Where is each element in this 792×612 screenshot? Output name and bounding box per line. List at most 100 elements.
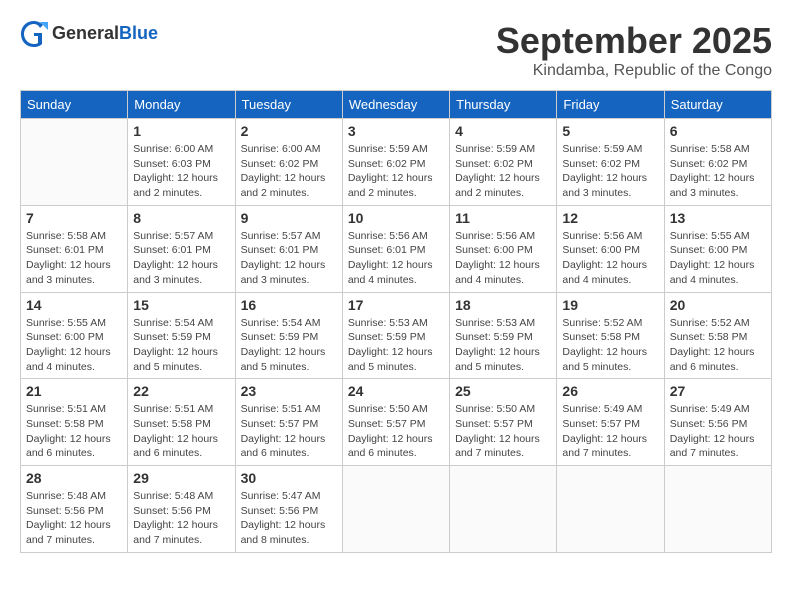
weekday-header: Saturday [664, 91, 771, 119]
calendar-day-cell: 30 Sunrise: 5:47 AM Sunset: 5:56 PM Dayli… [235, 466, 342, 553]
day-number: 27 [670, 383, 766, 399]
calendar-day-cell: 5 Sunrise: 5:59 AM Sunset: 6:02 PM Daylig… [557, 119, 664, 206]
day-number: 9 [241, 210, 337, 226]
calendar-day-cell: 3 Sunrise: 5:59 AM Sunset: 6:02 PM Daylig… [342, 119, 449, 206]
day-info: Sunrise: 6:00 AM Sunset: 6:02 PM Dayligh… [241, 142, 337, 201]
calendar-day-cell: 17 Sunrise: 5:53 AM Sunset: 5:59 PM Dayli… [342, 292, 449, 379]
calendar-day-cell: 4 Sunrise: 5:59 AM Sunset: 6:02 PM Daylig… [450, 119, 557, 206]
day-number: 10 [348, 210, 444, 226]
weekday-header: Tuesday [235, 91, 342, 119]
day-info: Sunrise: 5:52 AM Sunset: 5:58 PM Dayligh… [670, 316, 766, 375]
day-number: 17 [348, 297, 444, 313]
calendar-day-cell [664, 466, 771, 553]
day-number: 23 [241, 383, 337, 399]
calendar-day-cell: 13 Sunrise: 5:55 AM Sunset: 6:00 PM Dayli… [664, 205, 771, 292]
day-info: Sunrise: 5:51 AM Sunset: 5:58 PM Dayligh… [133, 402, 229, 461]
calendar-day-cell: 9 Sunrise: 5:57 AM Sunset: 6:01 PM Daylig… [235, 205, 342, 292]
day-info: Sunrise: 5:48 AM Sunset: 5:56 PM Dayligh… [26, 489, 122, 548]
calendar-day-cell [342, 466, 449, 553]
day-info: Sunrise: 5:57 AM Sunset: 6:01 PM Dayligh… [133, 229, 229, 288]
calendar-week-row: 7 Sunrise: 5:58 AM Sunset: 6:01 PM Daylig… [21, 205, 772, 292]
day-number: 26 [562, 383, 658, 399]
calendar-day-cell: 8Sunrise: 5:57 AM Sunset: 6:01 PM Daylig… [128, 205, 235, 292]
calendar-day-cell: 14 Sunrise: 5:55 AM Sunset: 6:00 PM Dayli… [21, 292, 128, 379]
calendar-day-cell: 1Sunrise: 6:00 AM Sunset: 6:03 PM Daylig… [128, 119, 235, 206]
day-info: Sunrise: 5:59 AM Sunset: 6:02 PM Dayligh… [348, 142, 444, 201]
calendar-week-row: 28 Sunrise: 5:48 AM Sunset: 5:56 PM Dayli… [21, 466, 772, 553]
logo: GeneralBlue [20, 20, 158, 48]
calendar-week-row: 1Sunrise: 6:00 AM Sunset: 6:03 PM Daylig… [21, 119, 772, 206]
day-info: Sunrise: 5:53 AM Sunset: 5:59 PM Dayligh… [348, 316, 444, 375]
day-info: Sunrise: 5:59 AM Sunset: 6:02 PM Dayligh… [455, 142, 551, 201]
day-number: 6 [670, 123, 766, 139]
calendar-day-cell: 27 Sunrise: 5:49 AM Sunset: 5:56 PM Dayli… [664, 379, 771, 466]
day-info: Sunrise: 5:54 AM Sunset: 5:59 PM Dayligh… [133, 316, 229, 375]
month-title: September 2025 [496, 20, 772, 62]
page-header: GeneralBlue September 2025 Kindamba, Rep… [20, 20, 772, 80]
calendar-day-cell: 19 Sunrise: 5:52 AM Sunset: 5:58 PM Dayli… [557, 292, 664, 379]
day-info: Sunrise: 5:51 AM Sunset: 5:57 PM Dayligh… [241, 402, 337, 461]
day-number: 7 [26, 210, 122, 226]
calendar-day-cell: 26 Sunrise: 5:49 AM Sunset: 5:57 PM Dayli… [557, 379, 664, 466]
calendar-table: SundayMondayTuesdayWednesdayThursdayFrid… [20, 90, 772, 553]
day-number: 14 [26, 297, 122, 313]
day-info: Sunrise: 5:51 AM Sunset: 5:58 PM Dayligh… [26, 402, 122, 461]
day-info: Sunrise: 5:56 AM Sunset: 6:00 PM Dayligh… [562, 229, 658, 288]
day-number: 1 [133, 123, 229, 139]
day-number: 20 [670, 297, 766, 313]
day-number: 18 [455, 297, 551, 313]
logo-icon [20, 20, 48, 48]
calendar-day-cell: 11 Sunrise: 5:56 AM Sunset: 6:00 PM Dayli… [450, 205, 557, 292]
day-info: Sunrise: 5:58 AM Sunset: 6:02 PM Dayligh… [670, 142, 766, 201]
calendar-day-cell: 12Sunrise: 5:56 AM Sunset: 6:00 PM Dayli… [557, 205, 664, 292]
calendar-day-cell [21, 119, 128, 206]
day-info: Sunrise: 5:49 AM Sunset: 5:56 PM Dayligh… [670, 402, 766, 461]
location: Kindamba, Republic of the Congo [496, 62, 772, 80]
calendar-day-cell [450, 466, 557, 553]
day-number: 24 [348, 383, 444, 399]
weekday-header-row: SundayMondayTuesdayWednesdayThursdayFrid… [21, 91, 772, 119]
calendar-week-row: 14 Sunrise: 5:55 AM Sunset: 6:00 PM Dayli… [21, 292, 772, 379]
day-info: Sunrise: 5:54 AM Sunset: 5:59 PM Dayligh… [241, 316, 337, 375]
day-number: 19 [562, 297, 658, 313]
day-number: 11 [455, 210, 551, 226]
calendar-day-cell: 22 Sunrise: 5:51 AM Sunset: 5:58 PM Dayli… [128, 379, 235, 466]
calendar-day-cell: 28 Sunrise: 5:48 AM Sunset: 5:56 PM Dayli… [21, 466, 128, 553]
day-number: 28 [26, 470, 122, 486]
day-info: Sunrise: 5:55 AM Sunset: 6:00 PM Dayligh… [26, 316, 122, 375]
day-info: Sunrise: 5:50 AM Sunset: 5:57 PM Dayligh… [348, 402, 444, 461]
day-info: Sunrise: 5:47 AM Sunset: 5:56 PM Dayligh… [241, 489, 337, 548]
weekday-header: Friday [557, 91, 664, 119]
day-info: Sunrise: 5:56 AM Sunset: 6:00 PM Dayligh… [455, 229, 551, 288]
calendar-day-cell: 7 Sunrise: 5:58 AM Sunset: 6:01 PM Daylig… [21, 205, 128, 292]
day-info: Sunrise: 5:57 AM Sunset: 6:01 PM Dayligh… [241, 229, 337, 288]
weekday-header: Wednesday [342, 91, 449, 119]
calendar-day-cell: 16 Sunrise: 5:54 AM Sunset: 5:59 PM Dayli… [235, 292, 342, 379]
day-number: 4 [455, 123, 551, 139]
day-number: 30 [241, 470, 337, 486]
day-number: 5 [562, 123, 658, 139]
day-info: Sunrise: 5:48 AM Sunset: 5:56 PM Dayligh… [133, 489, 229, 548]
day-number: 25 [455, 383, 551, 399]
day-info: Sunrise: 5:55 AM Sunset: 6:00 PM Dayligh… [670, 229, 766, 288]
day-number: 29 [133, 470, 229, 486]
day-number: 13 [670, 210, 766, 226]
day-number: 22 [133, 383, 229, 399]
calendar-day-cell [557, 466, 664, 553]
calendar-day-cell: 21Sunrise: 5:51 AM Sunset: 5:58 PM Dayli… [21, 379, 128, 466]
calendar-day-cell: 6 Sunrise: 5:58 AM Sunset: 6:02 PM Daylig… [664, 119, 771, 206]
calendar-day-cell: 18Sunrise: 5:53 AM Sunset: 5:59 PM Dayli… [450, 292, 557, 379]
day-info: Sunrise: 5:58 AM Sunset: 6:01 PM Dayligh… [26, 229, 122, 288]
day-number: 3 [348, 123, 444, 139]
title-block: September 2025 Kindamba, Republic of the… [496, 20, 772, 80]
logo-text: GeneralBlue [52, 23, 158, 45]
calendar-day-cell: 10Sunrise: 5:56 AM Sunset: 6:01 PM Dayli… [342, 205, 449, 292]
weekday-header: Monday [128, 91, 235, 119]
day-info: Sunrise: 5:52 AM Sunset: 5:58 PM Dayligh… [562, 316, 658, 375]
day-number: 15 [133, 297, 229, 313]
calendar-week-row: 21Sunrise: 5:51 AM Sunset: 5:58 PM Dayli… [21, 379, 772, 466]
day-info: Sunrise: 5:49 AM Sunset: 5:57 PM Dayligh… [562, 402, 658, 461]
day-info: Sunrise: 5:59 AM Sunset: 6:02 PM Dayligh… [562, 142, 658, 201]
day-number: 16 [241, 297, 337, 313]
calendar-day-cell: 20 Sunrise: 5:52 AM Sunset: 5:58 PM Dayli… [664, 292, 771, 379]
